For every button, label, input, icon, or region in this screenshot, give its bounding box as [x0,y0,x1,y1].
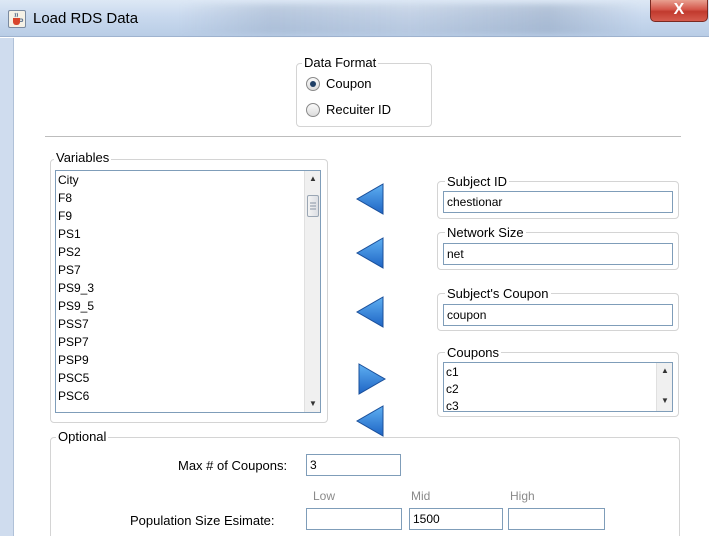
population-mid-field[interactable]: 1500 [409,508,503,530]
subjects-coupon-field[interactable]: coupon [443,304,673,326]
radio-recruiter-id[interactable]: Recuiter ID [306,102,391,117]
coupons-scrollbar[interactable]: ▲ ▼ [656,363,672,411]
max-coupons-label: Max # of Coupons: [178,458,288,473]
list-item[interactable]: PS7 [58,263,81,277]
high-hint: High [510,489,535,503]
radio-coupon-label: Coupon [326,76,372,91]
arrow-left-icon [355,237,384,269]
network-size-label: Network Size [445,225,526,240]
subject-id-label: Subject ID [445,174,509,189]
low-hint: Low [313,489,336,503]
radio-button-selected[interactable] [306,76,320,91]
max-coupons-field[interactable]: 3 [306,454,401,476]
coupons-label: Coupons [445,345,502,360]
close-button[interactable]: X [650,0,708,22]
title-bar-background [180,4,640,34]
list-item[interactable]: PSP7 [58,335,89,349]
add-coupon-button[interactable] [357,362,387,399]
mid-hint: Mid [411,489,431,503]
arrow-left-icon [355,183,384,215]
arrow-left-icon [355,296,384,328]
population-high-field[interactable] [508,508,605,530]
data-format-group [296,63,432,127]
list-item[interactable]: PS9_5 [58,299,94,313]
list-item[interactable]: PS9_3 [58,281,94,295]
java-cup-icon [8,10,26,28]
scroll-thumb[interactable] [307,195,319,217]
list-item[interactable]: PSS7 [58,317,89,331]
scroll-up-icon[interactable]: ▲ [657,363,672,379]
list-item[interactable]: PSP9 [58,353,89,367]
list-item[interactable]: c3 [446,399,459,411]
list-item[interactable]: PSC6 [58,389,89,403]
variables-legend: Variables [54,150,112,165]
list-item[interactable]: PS1 [58,227,81,241]
assign-subjects-coupon-button[interactable] [355,295,385,332]
data-format-legend: Data Format [302,55,379,70]
arrow-right-icon [358,363,387,395]
population-low-field[interactable] [306,508,402,530]
network-size-field[interactable]: net [443,243,673,265]
radio-coupon[interactable]: Coupon [306,76,372,91]
scroll-down-icon[interactable]: ▼ [305,396,320,412]
title-bar: Load RDS Data X [0,0,709,37]
optional-legend: Optional [56,429,109,444]
scroll-up-icon[interactable]: ▲ [305,171,320,187]
coupons-list[interactable]: c1 c2 c3 ▲ ▼ [443,362,673,412]
list-item[interactable]: City [58,173,79,187]
list-item[interactable]: c2 [446,382,459,396]
list-item[interactable]: PS2 [58,245,81,259]
close-icon: X [673,1,685,18]
population-size-label: Population Size Esimate: [130,513,275,528]
subjects-coupon-label: Subject's Coupon [445,286,551,301]
list-item[interactable]: F8 [58,191,72,205]
window-frame-left [0,38,14,536]
list-item[interactable]: c1 [446,365,459,379]
list-item[interactable]: PSC5 [58,371,89,385]
remove-coupon-button[interactable] [355,404,385,441]
radio-button[interactable] [306,102,320,117]
variables-list[interactable]: City F8 F9 PS1 PS2 PS7 PS9_3 PS9_5 PSS7 … [55,170,321,413]
list-item[interactable]: F9 [58,209,72,223]
radio-recruiter-id-label: Recuiter ID [326,102,392,117]
separator [45,136,681,137]
assign-subject-id-button[interactable] [355,182,385,219]
arrow-left-icon [355,405,384,437]
window-title: Load RDS Data [33,10,139,27]
scroll-down-icon[interactable]: ▼ [657,393,672,409]
subject-id-field[interactable]: chestionar [443,191,673,213]
assign-network-size-button[interactable] [355,236,385,273]
variables-scrollbar[interactable]: ▲ ▼ [304,171,320,412]
